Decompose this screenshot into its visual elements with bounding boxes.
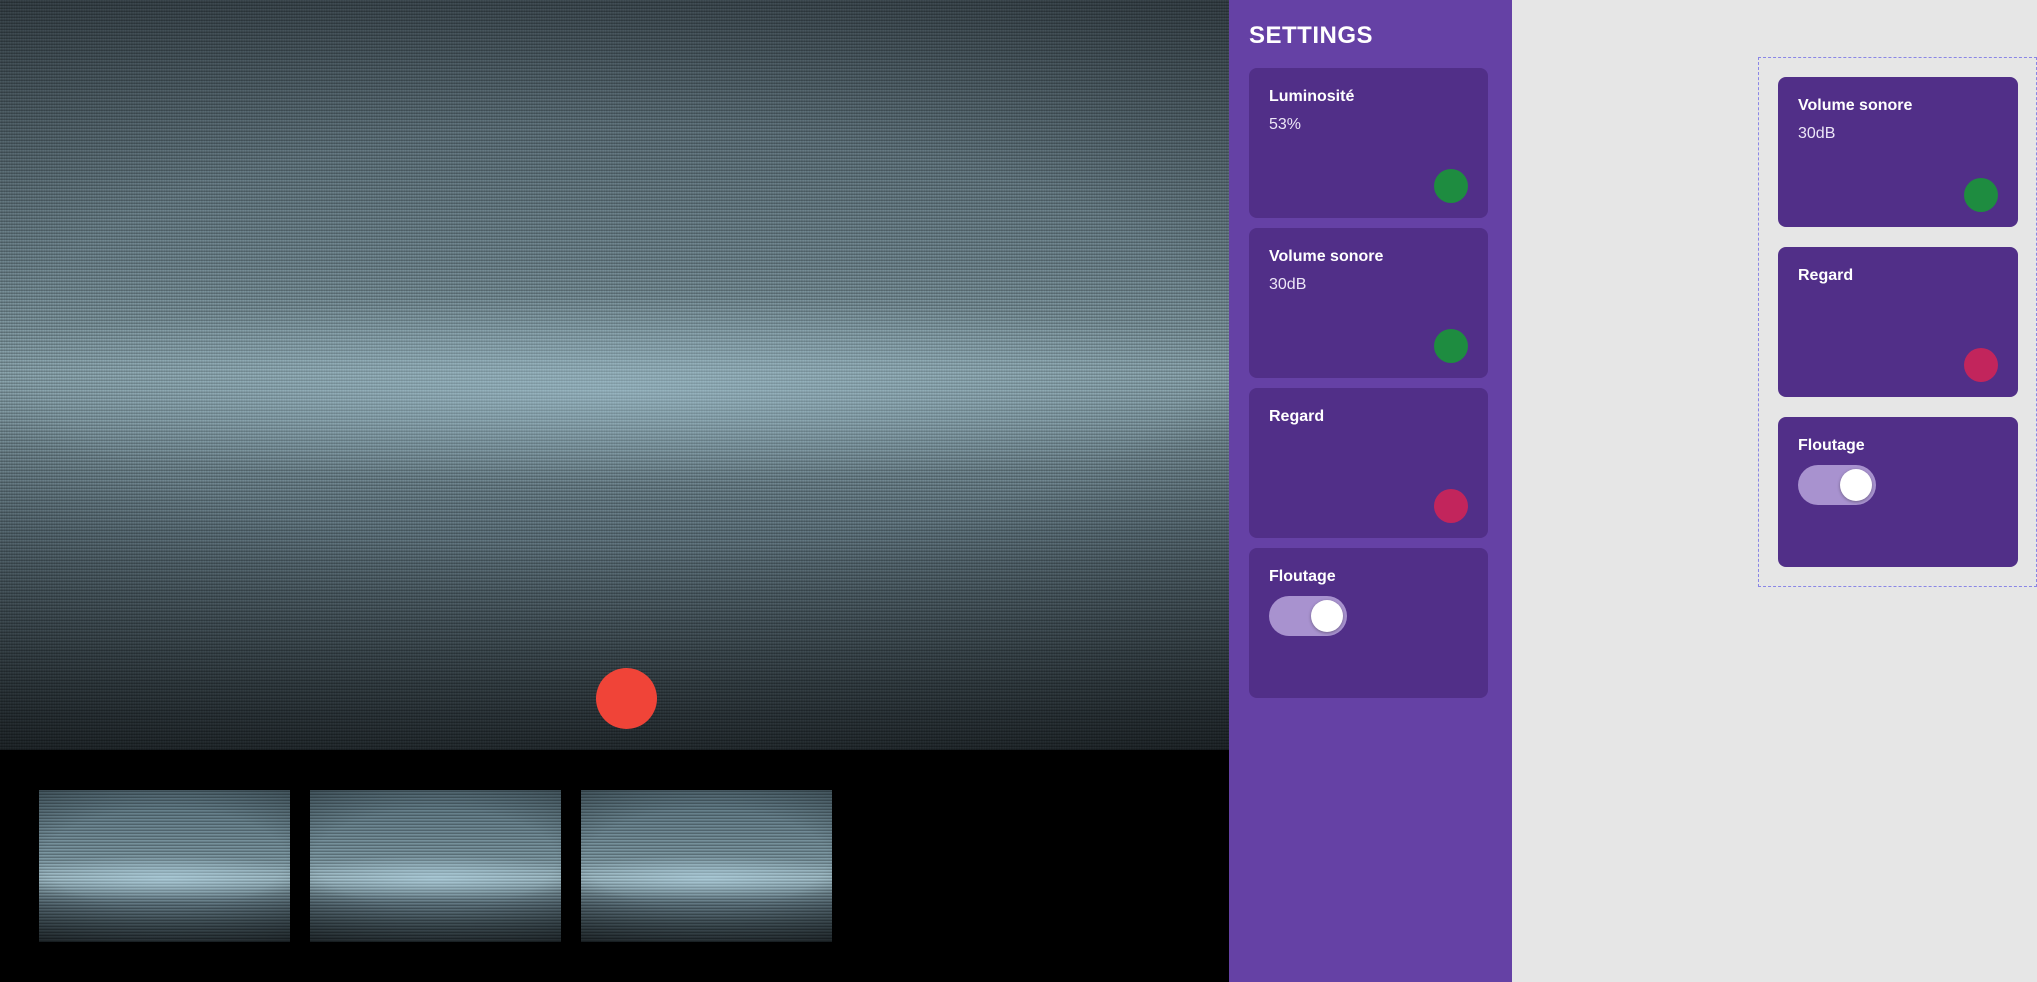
floating-card-volume[interactable]: Volume sonore 30dB (1778, 77, 2018, 227)
thumbnail-static (581, 790, 832, 942)
toggle-knob (1311, 600, 1343, 632)
floating-card-floutage: Floutage (1778, 417, 2018, 567)
thumbnail-2[interactable] (310, 790, 561, 942)
floating-card-regard[interactable]: Regard (1778, 247, 2018, 397)
setting-label: Volume sonore (1798, 97, 1913, 114)
setting-value: 30dB (1269, 276, 1307, 293)
status-ok-icon (1964, 178, 1998, 212)
setting-label: Luminosité (1269, 88, 1355, 105)
status-ok-icon (1434, 329, 1468, 363)
setting-card-volume[interactable]: Volume sonore 30dB (1249, 228, 1488, 378)
status-alert-icon (1434, 489, 1468, 523)
record-button[interactable] (596, 668, 657, 729)
status-alert-icon (1964, 348, 1998, 382)
settings-panel: SETTINGS Luminosité 53% Volume sonore 30… (1229, 0, 1512, 982)
status-ok-icon (1434, 169, 1468, 203)
video-pane (0, 0, 1229, 982)
setting-label: Volume sonore (1269, 248, 1384, 265)
floating-settings-panel: Volume sonore 30dB Regard Floutage (1758, 57, 2037, 587)
main-video-feed[interactable] (0, 0, 1229, 750)
setting-value: 30dB (1798, 125, 1836, 142)
thumbnail-strip (0, 750, 1229, 982)
thumbnail-static (39, 790, 290, 942)
setting-card-floutage: Floutage (1249, 548, 1488, 698)
setting-card-regard[interactable]: Regard (1249, 388, 1488, 538)
toggle-knob (1840, 469, 1872, 501)
floutage-toggle[interactable] (1269, 596, 1347, 636)
video-static-noise (0, 0, 1229, 750)
setting-label: Regard (1269, 408, 1325, 425)
thumbnail-static (310, 790, 561, 942)
settings-title: SETTINGS (1249, 22, 1374, 49)
floutage-toggle[interactable] (1798, 465, 1876, 505)
setting-label: Floutage (1269, 568, 1336, 585)
thumbnail-3[interactable] (581, 790, 832, 942)
setting-label: Regard (1798, 267, 1854, 284)
setting-label: Floutage (1798, 437, 1865, 454)
thumbnail-1[interactable] (39, 790, 290, 942)
setting-card-luminosite[interactable]: Luminosité 53% (1249, 68, 1488, 218)
setting-value: 53% (1269, 116, 1302, 133)
